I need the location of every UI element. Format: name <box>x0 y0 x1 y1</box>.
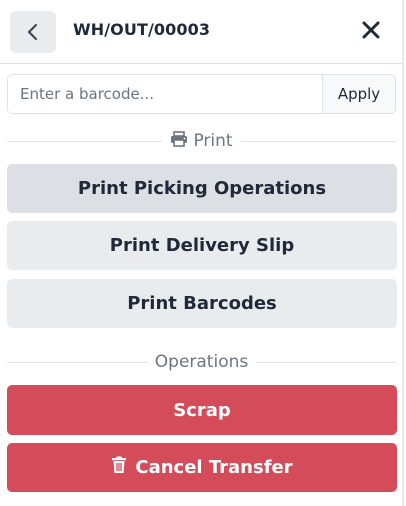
page-title: WH/OUT/00003 <box>73 20 211 39</box>
barcode-input-group: Apply <box>7 74 396 114</box>
print-delivery-slip-button[interactable]: Print Delivery Slip <box>7 221 397 270</box>
print-picking-operations-button[interactable]: Print Picking Operations <box>7 164 397 213</box>
chevron-left-icon <box>26 22 40 42</box>
apply-button[interactable]: Apply <box>322 75 395 113</box>
barcode-actions-panel: WH/OUT/00003 Apply Pr <box>0 0 404 506</box>
divider <box>240 140 397 142</box>
back-button[interactable] <box>10 11 56 53</box>
close-button[interactable] <box>358 19 384 45</box>
print-section-separator: Print <box>7 130 397 152</box>
operations-section-heading: Operations <box>147 352 256 372</box>
cancel-transfer-label: Cancel Transfer <box>135 457 293 478</box>
operations-section-label: Operations <box>154 352 249 372</box>
cancel-transfer-button[interactable]: Cancel Transfer <box>7 443 397 492</box>
close-icon <box>362 21 380 43</box>
divider <box>7 140 163 142</box>
header: WH/OUT/00003 <box>0 0 402 64</box>
scrap-button[interactable]: Scrap <box>7 385 397 435</box>
print-section-label: Print <box>193 131 233 151</box>
print-section-heading: Print <box>162 130 240 152</box>
divider <box>256 361 396 363</box>
operations-section-separator: Operations <box>7 351 396 373</box>
divider <box>7 361 147 363</box>
trash-icon <box>111 456 127 479</box>
barcode-input[interactable] <box>8 75 322 113</box>
print-barcodes-button[interactable]: Print Barcodes <box>7 279 397 328</box>
printer-icon <box>170 130 188 152</box>
